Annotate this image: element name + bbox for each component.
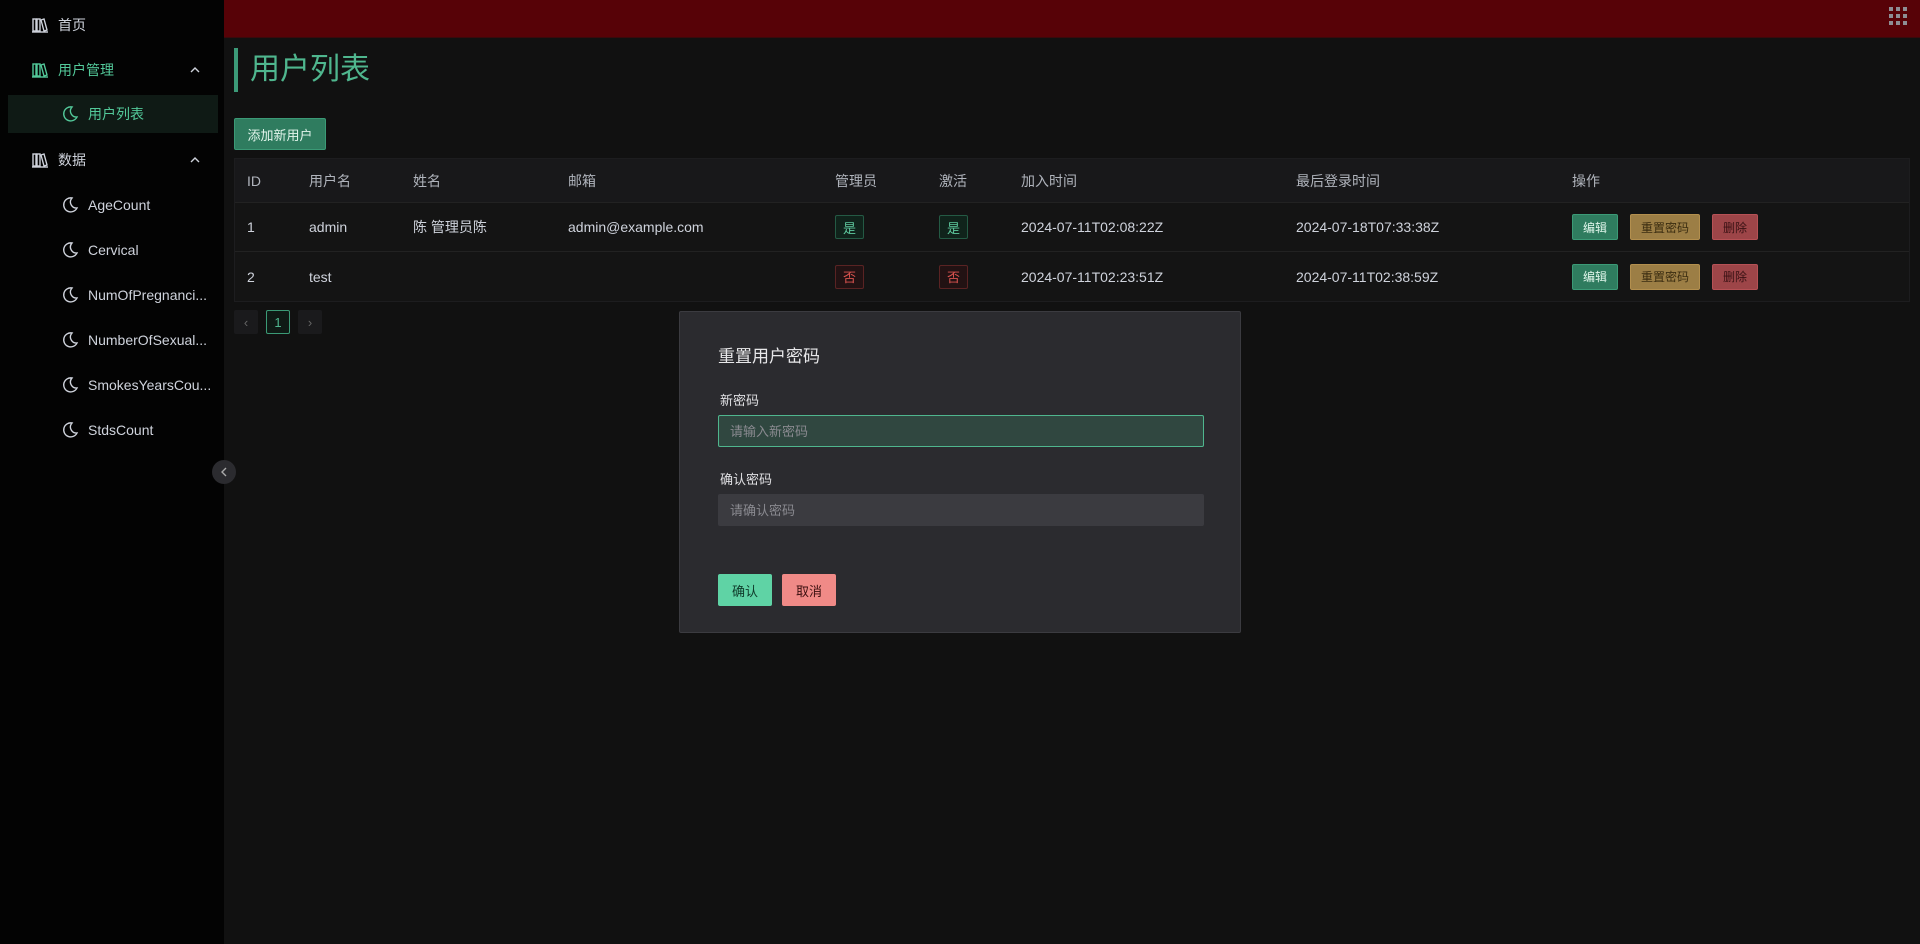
library-icon [30,150,50,170]
sidebar-item-label: Cervical [88,242,139,258]
sidebar-collapse-button[interactable] [212,460,236,484]
user-table: ID 用户名 姓名 邮箱 管理员 激活 加入时间 最后登录时间 操作 1 adm… [234,158,1910,302]
column-header-last-login: 最后登录时间 [1296,172,1380,189]
new-password-label: 新密码 [720,393,760,408]
sidebar-item-label: StdsCount [88,422,154,438]
pagination: ‹ 1 › [234,310,322,334]
sidebar-item-agecount[interactable]: AgeCount [8,186,218,224]
cell-actions: 编辑 重置密码 删除 [1572,252,1770,301]
confirm-password-input[interactable] [718,494,1204,526]
sidebar-item-user-management[interactable]: 用户管理 [8,51,218,89]
column-header-admin: 管理员 [835,172,877,189]
chevron-left-icon [221,467,227,477]
moon-icon [60,420,80,440]
reset-password-button[interactable]: 重置密码 [1630,214,1701,240]
new-password-input[interactable] [718,415,1204,447]
confirm-password-label: 确认密码 [720,472,773,487]
moon-icon [60,240,80,260]
cancel-button[interactable]: 取消 [782,574,836,606]
sidebar-item-cervical[interactable]: Cervical [8,231,218,269]
moon-icon [60,195,80,215]
column-header-active: 激活 [939,172,967,189]
sidebar-item-label: 数据 [58,152,86,168]
reset-password-dialog: 重置用户密码 新密码 确认密码 确认 取消 [679,311,1241,633]
sidebar-item-home[interactable]: 首页 [8,6,218,44]
chevron-up-icon [190,67,200,73]
column-header-actions: 操作 [1572,172,1600,189]
sidebar-item-label: 用户管理 [58,62,114,78]
delete-button[interactable]: 删除 [1712,214,1759,240]
sidebar-item-stdscount[interactable]: StdsCount [8,411,218,449]
cell-email: admin@example.com [568,219,704,235]
page-title: 用户列表 [234,48,370,92]
column-header-joined: 加入时间 [1021,172,1077,189]
column-header-email: 邮箱 [568,172,596,189]
sidebar-item-label: NumOfPregnanci... [88,287,208,303]
cell-last-login: 2024-07-18T07:33:38Z [1296,219,1440,235]
sidebar-item-label: SmokesYearsCou... [88,377,212,393]
cell-joined: 2024-07-11T02:08:22Z [1021,219,1164,235]
admin-tag: 否 [835,264,865,289]
cell-username: admin [309,219,348,235]
sidebar: 首页 用户管理 用户列表 数据 AgeCount Cervical NumOfP… [0,0,224,944]
moon-icon [60,285,80,305]
cell-username: test [309,268,332,285]
cell-joined: 2024-07-11T02:23:51Z [1021,268,1164,285]
cell-actions: 编辑 重置密码 删除 [1572,203,1770,251]
cell-id: 1 [247,219,255,235]
dialog-title: 重置用户密码 [718,347,820,366]
confirm-button[interactable]: 确认 [718,574,772,606]
library-icon [30,15,50,35]
column-header-username: 用户名 [309,172,351,189]
sidebar-item-data[interactable]: 数据 [8,141,218,179]
sidebar-item-label: 用户列表 [88,106,144,122]
sidebar-item-smokesyearscount[interactable]: SmokesYearsCou... [8,366,218,404]
chevron-up-icon [190,157,200,163]
cell-active: 是 [939,203,969,251]
table-header: ID 用户名 姓名 邮箱 管理员 激活 加入时间 最后登录时间 操作 [235,159,1909,203]
page-button-current[interactable]: 1 [266,310,290,334]
sidebar-item-label: 首页 [58,17,86,33]
column-header-id: ID [247,172,261,189]
cell-active: 否 [939,252,969,301]
active-tag: 是 [939,215,969,239]
cell-last-login: 2024-07-11T02:38:59Z [1296,268,1439,285]
edit-button[interactable]: 编辑 [1572,263,1619,290]
sidebar-item-user-list[interactable]: 用户列表 [8,95,218,133]
cell-admin: 是 [835,203,865,251]
top-bar [224,0,1920,38]
cell-admin: 否 [835,252,865,301]
next-page-button[interactable]: › [298,310,322,334]
sidebar-item-label: AgeCount [88,197,151,213]
admin-tag: 是 [835,215,865,239]
library-icon [30,60,50,80]
moon-icon [60,375,80,395]
cell-name: 陈 管理员陈 [413,219,487,235]
apps-grid-icon[interactable] [1888,6,1908,26]
table-row: 1 admin 陈 管理员陈 admin@example.com 是 是 202… [235,203,1909,252]
sidebar-item-label: NumberOfSexual... [88,332,208,348]
cell-id: 2 [247,268,255,285]
moon-icon [60,104,80,124]
prev-page-button[interactable]: ‹ [234,310,258,334]
delete-button[interactable]: 删除 [1712,263,1759,290]
moon-icon [60,330,80,350]
reset-password-button[interactable]: 重置密码 [1630,263,1701,290]
active-tag: 否 [939,264,969,289]
table-row: 2 test 否 否 2024-07-11T02:23:51Z 2024-07-… [235,252,1909,301]
column-header-name: 姓名 [413,172,441,189]
sidebar-item-numofpregnancies[interactable]: NumOfPregnanci... [8,276,218,314]
edit-button[interactable]: 编辑 [1572,214,1619,240]
add-user-button[interactable]: 添加新用户 [234,118,326,150]
sidebar-item-numberofsexual[interactable]: NumberOfSexual... [8,321,218,359]
